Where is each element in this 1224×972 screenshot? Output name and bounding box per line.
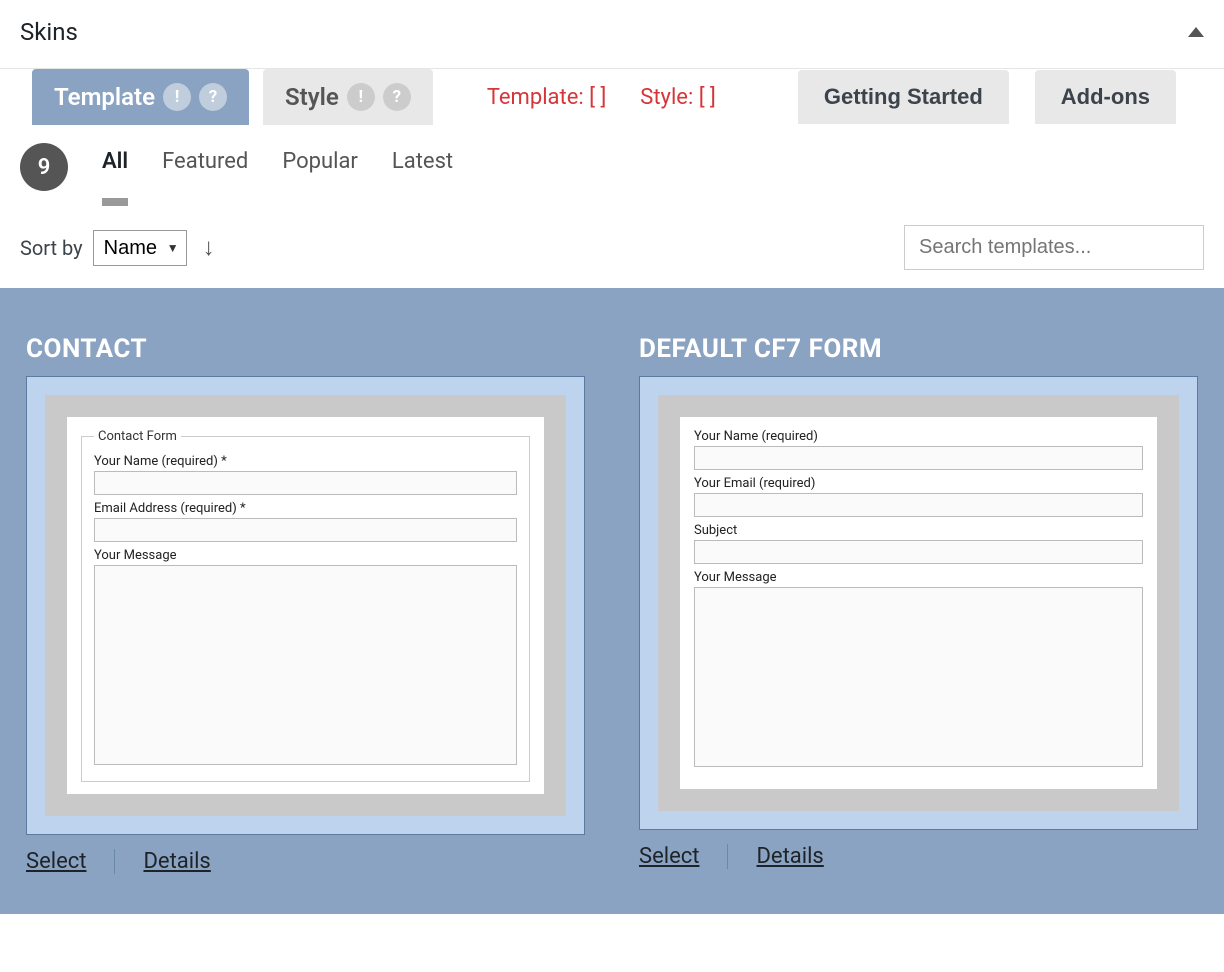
- search-input[interactable]: [904, 225, 1204, 270]
- card-inner: Your Name (required) Your Email (require…: [658, 395, 1179, 811]
- field-label: Your Email (required): [694, 476, 1143, 491]
- card-frame[interactable]: Contact Form Your Name (required) * Emai…: [26, 376, 585, 835]
- count-badge: 9: [20, 143, 68, 191]
- field-input: [94, 518, 517, 542]
- card-actions: Select Details: [26, 849, 585, 874]
- alert-icon[interactable]: !: [163, 83, 191, 111]
- help-icon[interactable]: ?: [383, 83, 411, 111]
- status-template: Template: [ ]: [487, 85, 606, 110]
- sort-direction-icon[interactable]: ↓: [203, 233, 215, 262]
- field-input: [94, 471, 517, 495]
- tabs-row: Template ! ? Style ! ? Template: [ ] Sty…: [0, 69, 1224, 125]
- filter-featured[interactable]: Featured: [162, 149, 248, 186]
- filter-all[interactable]: All: [102, 149, 128, 186]
- field-label: Your Message: [694, 570, 1143, 585]
- select-link[interactable]: Select: [639, 844, 727, 869]
- panel-title: Skins: [20, 18, 78, 46]
- details-link[interactable]: Details: [114, 849, 238, 874]
- tab-template-label: Template: [54, 83, 155, 111]
- tab-style[interactable]: Style ! ?: [263, 69, 433, 125]
- sort-row: Sort by Name ↓: [20, 225, 1204, 270]
- tab-style-label: Style: [285, 83, 339, 111]
- cards-grid: CONTACT Contact Form Your Name (required…: [0, 288, 1224, 874]
- card-actions: Select Details: [639, 844, 1198, 869]
- card-title: CONTACT: [26, 334, 585, 364]
- field-label: Email Address (required) *: [94, 501, 517, 516]
- card-contact: CONTACT Contact Form Your Name (required…: [26, 334, 585, 874]
- details-link[interactable]: Details: [727, 844, 851, 869]
- filter-popular[interactable]: Popular: [282, 149, 358, 186]
- card-frame[interactable]: Your Name (required) Your Email (require…: [639, 376, 1198, 830]
- content-area: 9 All Featured Popular Latest Sort by Na…: [0, 125, 1224, 914]
- field-textarea: [694, 587, 1143, 767]
- status-style: Style: [ ]: [640, 85, 716, 110]
- field-input: [694, 493, 1143, 517]
- card-inner: Contact Form Your Name (required) * Emai…: [45, 395, 566, 816]
- tab-template[interactable]: Template ! ?: [32, 69, 249, 125]
- card-default-cf7: DEFAULT CF7 FORM Your Name (required) Yo…: [639, 334, 1198, 874]
- form-preview: Your Name (required) Your Email (require…: [680, 417, 1157, 789]
- addons-button[interactable]: Add-ons: [1035, 70, 1176, 124]
- panel-header: Skins: [0, 0, 1224, 69]
- field-label: Your Name (required) *: [94, 454, 517, 469]
- alert-icon[interactable]: !: [347, 83, 375, 111]
- collapse-icon[interactable]: [1188, 27, 1204, 37]
- filter-panel: 9 All Featured Popular Latest Sort by Na…: [0, 125, 1224, 288]
- field-textarea: [94, 565, 517, 765]
- field-label: Subject: [694, 523, 1143, 538]
- form-preview: Contact Form Your Name (required) * Emai…: [67, 417, 544, 794]
- sort-select[interactable]: Name: [93, 230, 187, 266]
- sort-label: Sort by: [20, 236, 83, 260]
- select-link[interactable]: Select: [26, 849, 114, 874]
- help-icon[interactable]: ?: [199, 83, 227, 111]
- filter-row: 9 All Featured Popular Latest: [20, 143, 1204, 191]
- getting-started-button[interactable]: Getting Started: [798, 70, 1009, 124]
- field-label: Your Message: [94, 548, 517, 563]
- field-label: Your Name (required): [694, 429, 1143, 444]
- field-input: [694, 446, 1143, 470]
- card-title: DEFAULT CF7 FORM: [639, 334, 1198, 364]
- field-input: [694, 540, 1143, 564]
- form-legend: Contact Form: [94, 429, 181, 444]
- filter-latest[interactable]: Latest: [392, 149, 453, 186]
